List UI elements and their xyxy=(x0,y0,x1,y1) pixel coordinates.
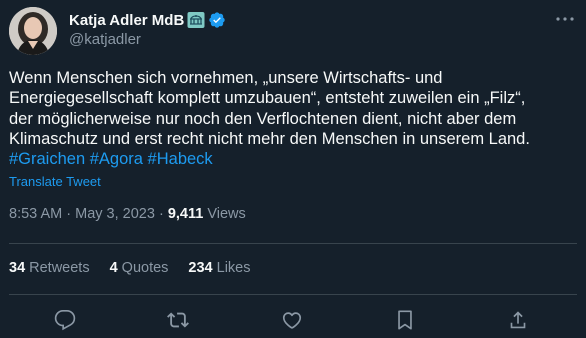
hashtag-link[interactable]: #Graichen xyxy=(9,150,85,168)
retweet-icon xyxy=(167,312,189,328)
like-button[interactable] xyxy=(275,306,309,334)
tweet-text-line: der möglicherweise nur noch den Verfloch… xyxy=(9,109,517,128)
tweet-text-line: Energiegesellschaft komplett umzubauen“,… xyxy=(9,89,526,108)
quotes-count: 4 xyxy=(109,260,118,276)
author-handle[interactable]: @katjadler xyxy=(69,31,141,48)
avatar[interactable] xyxy=(9,7,57,55)
divider xyxy=(9,243,577,244)
tweet-text: Wenn Menschen sich vornehmen, „unsere Wi… xyxy=(9,68,579,169)
tweet-text-line: Klimaschutz und erst recht nicht mehr de… xyxy=(9,129,530,148)
tweet-time[interactable]: 8:53 AM xyxy=(9,206,62,222)
likes-count: 234 xyxy=(188,260,213,276)
tweet-text-line: Wenn Menschen sich vornehmen, „unsere Wi… xyxy=(9,69,443,87)
bookmark-icon xyxy=(398,310,412,330)
retweets-stat[interactable]: 34 Retweets xyxy=(9,260,90,276)
retweets-label: Retweets xyxy=(29,260,90,276)
meta-separator: · xyxy=(66,206,72,222)
tweet: Katja Adler MdB @katjadler Wenn Menschen… xyxy=(0,0,586,338)
author-display-name[interactable]: Katja Adler MdB xyxy=(69,12,184,29)
share-button[interactable] xyxy=(501,306,535,334)
tweet-date[interactable]: May 3, 2023 xyxy=(75,206,155,222)
share-icon xyxy=(510,311,526,329)
translate-tweet-link[interactable]: Translate Tweet xyxy=(9,174,101,189)
reply-button[interactable] xyxy=(48,306,82,334)
quotes-stat[interactable]: 4 Quotes xyxy=(110,260,169,276)
author-name-row[interactable]: Katja Adler MdB xyxy=(69,10,226,30)
hashtag-link[interactable]: #Agora xyxy=(90,150,143,168)
more-options-icon[interactable] xyxy=(554,10,576,28)
verified-badge-icon[interactable] xyxy=(208,11,226,29)
quotes-label: Quotes xyxy=(121,260,169,276)
views-count: 9,411 xyxy=(167,206,204,222)
bookmark-button[interactable] xyxy=(388,306,422,334)
engagement-stats: 34 Retweets 4 Quotes 234 Likes xyxy=(9,260,270,276)
divider xyxy=(9,294,577,295)
reply-icon xyxy=(54,310,76,331)
retweets-count: 34 xyxy=(9,260,26,276)
likes-label: Likes xyxy=(216,260,251,276)
meta-separator: · xyxy=(158,206,164,222)
views-label: Views xyxy=(207,206,246,222)
hashtag-line: #Graichen #Agora #Habeck xyxy=(9,149,579,169)
retweet-button[interactable] xyxy=(161,306,195,334)
bundestag-emoji-icon xyxy=(187,11,205,29)
likes-stat[interactable]: 234 Likes xyxy=(188,260,250,276)
hashtag-link[interactable]: #Habeck xyxy=(148,150,213,168)
like-icon xyxy=(282,312,302,329)
tweet-metadata: 8:53 AM · May 3, 2023 · 9,411 Views xyxy=(9,206,246,222)
